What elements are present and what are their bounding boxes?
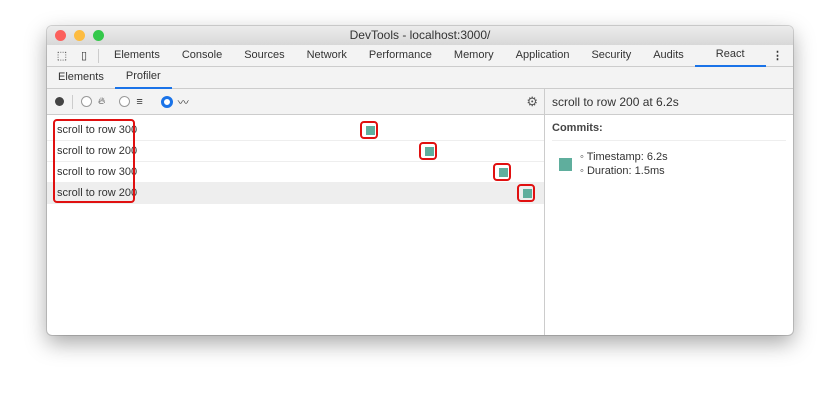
close-button[interactable]	[55, 30, 66, 41]
commit-highlight	[360, 121, 379, 139]
device-toolbar-icon[interactable]: ▯	[74, 49, 94, 62]
more-menu-icon[interactable]: ⋮	[772, 49, 783, 62]
commit-highlight	[517, 184, 536, 202]
duration-item: ◦ Duration: 1.5ms	[580, 165, 665, 177]
timestamp: Timestamp: 6.2s	[586, 151, 668, 163]
record-icon[interactable]	[55, 97, 64, 106]
duration: Duration: 1.5ms	[586, 165, 665, 177]
react-subtabs: Elements Profiler	[47, 67, 793, 89]
commit-details-panel: scroll to row 200 at 6.2s Commits: ◦ Tim…	[545, 89, 793, 335]
tab-sources[interactable]: Sources	[233, 45, 295, 66]
tab-elements[interactable]: Elements	[103, 45, 171, 66]
profiler-toolbar: 🔥︎ ≡ 〰 ⚙	[47, 89, 544, 115]
detail-title: scroll to row 200 at 6.2s	[545, 89, 793, 115]
tab-network[interactable]: Network	[296, 45, 358, 66]
tab-console[interactable]: Console	[171, 45, 233, 66]
gear-icon[interactable]: ⚙	[526, 94, 538, 110]
timestamp-item: ◦ Timestamp: 6.2s	[580, 151, 668, 163]
flame-chart-radio[interactable]	[81, 96, 92, 107]
subtab-elements[interactable]: Elements	[47, 67, 115, 88]
ranked-icon: ≡	[136, 95, 143, 108]
divider	[98, 48, 99, 63]
tab-memory[interactable]: Memory	[443, 45, 505, 66]
window-title: DevTools - localhost:3000/	[349, 28, 491, 42]
subtab-profiler[interactable]: Profiler	[114, 66, 172, 89]
tab-audits[interactable]: Audits	[642, 45, 695, 66]
labels-highlight	[53, 119, 135, 203]
interactions-panel: 🔥︎ ≡ 〰 ⚙ scroll to row 300 scroll to row …	[47, 89, 545, 335]
zoom-button[interactable]	[93, 30, 104, 41]
ranked-chart-radio[interactable]	[119, 96, 131, 107]
minimize-button[interactable]	[74, 30, 85, 41]
tab-react[interactable]: React	[694, 44, 766, 67]
inspect-icon[interactable]: ⬚	[50, 49, 74, 62]
tab-application[interactable]: Application	[505, 45, 581, 66]
title-bar: DevTools - localhost:3000/	[47, 26, 793, 45]
commit-highlight	[419, 142, 438, 160]
interactions-icon: 〰	[177, 96, 189, 109]
tab-security[interactable]: Security	[580, 45, 642, 66]
commit-highlight	[492, 163, 511, 181]
tab-performance[interactable]: Performance	[358, 45, 443, 66]
main-tabs: ⬚ ▯ Elements Console Sources Network Per…	[47, 45, 793, 67]
divider	[72, 94, 73, 109]
interactions-radio[interactable]	[160, 95, 173, 108]
devtools-window: DevTools - localhost:3000/ ⬚ ▯ Elements …	[47, 26, 793, 335]
commit-swatch[interactable]	[559, 157, 572, 171]
flame-icon: 🔥︎	[98, 96, 106, 107]
commits-label: Commits:	[552, 122, 786, 141]
